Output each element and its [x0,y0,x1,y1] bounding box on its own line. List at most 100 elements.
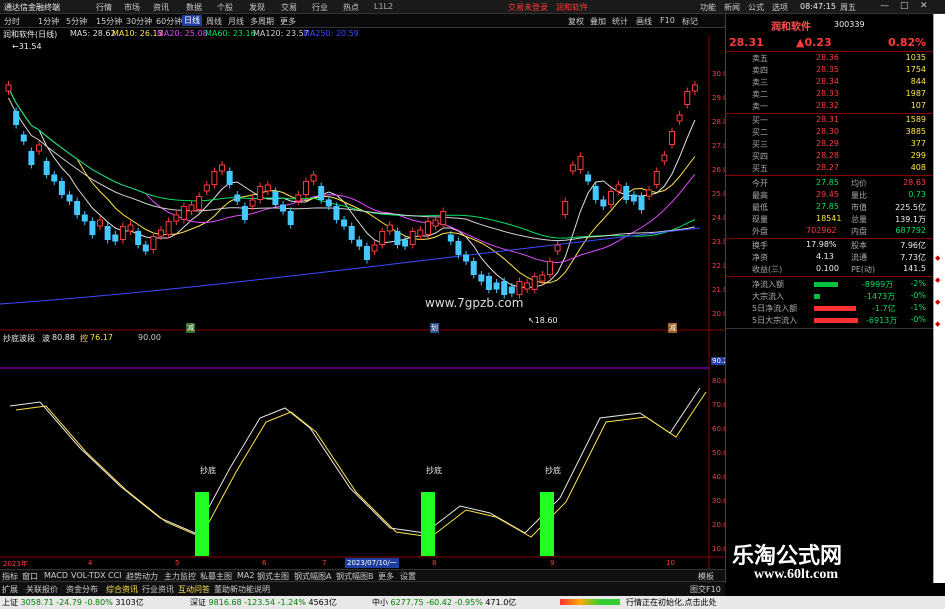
candle [501,281,508,295]
candle [127,224,134,232]
tab-period-1m[interactable]: 1分钟 [38,16,59,27]
tab-extend[interactable]: 扩展 [2,584,18,595]
candle [302,181,309,195]
menu-news[interactable]: 资讯 [153,2,169,13]
maximize-icon[interactable]: □ [900,1,909,11]
tab-related[interactable]: 关联报价 [26,584,58,595]
bid-row-3[interactable]: 买三 28.29 377 [726,139,934,151]
menu-data[interactable]: 数据 [186,2,202,13]
minimize-icon[interactable]: — [880,1,889,11]
candle [455,241,462,255]
bid-row-5[interactable]: 买五 28.27 408 [726,163,934,175]
index-sh[interactable]: 上证 3058.71 -24.79 -0.80% 3103亿 [2,597,144,608]
ask-row-2[interactable]: 卖二 28.33 1987 [726,89,934,101]
stat-row-2: 最高 29.45 量比 0.73 [752,190,926,200]
menu-discover[interactable]: 发现 [249,2,265,13]
tab-period-15m[interactable]: 15分钟 [96,16,122,27]
chart-area[interactable]: 润和软件(日线) MA5: 28.62 MA10: 26.13 MA20: 25… [0,28,734,580]
menu-trade[interactable]: 交易 [281,2,297,13]
menu-options[interactable]: 选项 [772,2,788,13]
f10-shortcut[interactable]: 图交F10 [690,584,721,595]
kline-chart[interactable] [0,28,725,580]
candle [402,239,409,247]
tab-period-30m[interactable]: 30分钟 [126,16,152,27]
side-icon-3[interactable]: ◆ [935,298,940,306]
status-bar: 上证 3058.71 -24.79 -0.80% 3103亿 深证 9816.6… [0,596,945,609]
site-title: 乐淘公式网 [732,543,843,568]
indicator-name[interactable]: 抄底波段 [3,333,35,344]
stat-row-5: 外盘 702962 内盘 687792 [752,226,926,236]
side-strip[interactable]: ◆ ◆ ◆ ◆ [933,14,945,583]
menu-quotes[interactable]: 行情 [96,2,112,13]
ask-row-3[interactable]: 卖三 28.34 844 [726,77,934,89]
tab-cci[interactable]: CCI [108,571,122,580]
candle [135,231,142,245]
tab-period-5m[interactable]: 5分钟 [66,16,87,27]
candle [371,244,378,252]
candle [554,244,561,252]
side-icon-2[interactable]: ◆ [935,276,940,284]
tab-period-min[interactable]: 分时 [4,16,20,27]
candle [20,134,27,142]
bid-row-2[interactable]: 买二 28.30 3885 [726,127,934,139]
stat-row-7: 净资 4.13 流通 7.73亿 [752,252,926,262]
candle [272,191,279,205]
candle [341,219,348,227]
menu-market[interactable]: 市场 [124,2,140,13]
menu-newsright[interactable]: 新闻 [724,2,740,13]
tab-macd[interactable]: MACD [44,571,68,580]
tab-period-more[interactable]: 更多 [280,16,296,27]
tab-qa[interactable]: 互动问答 [178,584,210,595]
ask-row-4[interactable]: 卖四 28.35 1754 [726,65,934,77]
tab-period-month[interactable]: 月线 [228,16,244,27]
candle [28,151,35,165]
f10-button[interactable]: F10 [660,16,675,25]
tab-vol[interactable]: VOL-TDX [71,571,106,580]
tab-ma2[interactable]: MA2 [237,571,254,580]
overlay-button[interactable]: 叠加 [590,16,606,27]
menu-formula[interactable]: 公式 [748,2,764,13]
side-icon-4[interactable]: ◆ [935,320,940,328]
candle [417,229,424,237]
menu-industry[interactable]: 行业 [312,2,328,13]
signal-bar-2 [421,492,435,556]
tab-industry-news[interactable]: 行业资讯 [142,584,174,595]
close-icon[interactable]: ✕ [920,1,928,11]
candle [508,286,515,294]
menu-function[interactable]: 功能 [700,2,716,13]
tab-period-multi[interactable]: 多周期 [250,16,274,27]
bid-row-4[interactable]: 买四 28.28 299 [726,151,934,163]
clock: 08:47:15 [800,2,836,11]
tab-general-news[interactable]: 综合资讯 [106,584,138,595]
trade-login-link[interactable]: 交易未登录 [508,2,548,13]
side-icon-1[interactable]: ◆ [935,254,940,262]
index-sme[interactable]: 中小 6277.75 -60.42 -0.95% 471.0亿 [372,597,516,608]
status-message[interactable]: 行情正在初始化,点击此处 [626,597,717,608]
ask-row-1[interactable]: 卖一 28.32 107 [726,101,934,113]
mark-button[interactable]: 标记 [682,16,698,27]
candle [531,276,538,290]
tab-period-day[interactable]: 日线 [182,15,202,26]
tab-period-60m[interactable]: 60分钟 [156,16,182,27]
candle [333,206,340,220]
tab-new-features[interactable]: 董助新功能说明 [214,584,270,595]
candle [295,194,302,202]
stock-link[interactable]: 润和软件 [556,2,588,13]
tab-fund-dist[interactable]: 资金分布 [66,584,98,595]
tab-period-week[interactable]: 周线 [206,16,222,27]
menu-stock[interactable]: 个股 [217,2,233,13]
menu-hot[interactable]: 热点 [343,2,359,13]
candle [310,174,317,182]
stats-button[interactable]: 统计 [612,16,628,27]
indicator-a-label: 波 [42,334,50,343]
x-label-8: 10 [666,559,675,567]
bid-row-1[interactable]: 买一 28.31 1589 [726,115,934,127]
index-sz[interactable]: 深证 9816.68 -123.54 -1.24% 4563亿 [190,597,337,608]
high-price-mark: ←31.54 [12,42,42,51]
l2-badge[interactable]: L1L2 [374,2,393,11]
draw-button[interactable]: 画线 [636,16,652,27]
candle [585,174,592,182]
fuquan-button[interactable]: 复权 [568,16,584,27]
ask-row-5[interactable]: 卖五 28.36 1035 [726,53,934,65]
candle [653,171,660,185]
